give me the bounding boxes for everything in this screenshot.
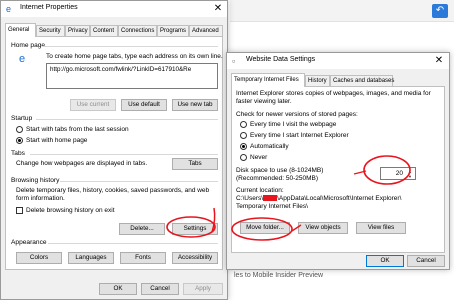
ip-general-panel: Home page e To create home page tabs, ty… xyxy=(5,36,223,270)
startup-last-session-radio[interactable] xyxy=(16,126,23,133)
divider xyxy=(48,243,218,244)
tab-history[interactable]: History xyxy=(305,75,330,86)
radio-every-visit-label: Every time I visit the webpage xyxy=(250,121,337,128)
delete-on-exit-checkbox[interactable] xyxy=(16,207,23,214)
startup-last-session-label: Start with tabs from the last session xyxy=(26,126,129,133)
current-location-label: Current location: xyxy=(236,187,284,194)
divider xyxy=(30,154,218,155)
startup-heading: Startup xyxy=(11,115,33,122)
divider xyxy=(36,119,218,120)
tab-privacy[interactable]: Privacy xyxy=(65,25,90,36)
divider xyxy=(42,46,218,47)
close-icon[interactable]: ✕ xyxy=(210,2,226,16)
tabs-heading: Tabs xyxy=(11,150,25,157)
location-path-start: C:\Users\ xyxy=(236,195,264,202)
undo-button[interactable]: ↶ xyxy=(432,4,448,18)
wds-ok-button[interactable]: OK xyxy=(366,255,404,267)
fonts-button[interactable]: Fonts xyxy=(120,252,166,264)
disk-space-label: Disk space to use (8-1024MB) xyxy=(236,167,324,174)
radio-every-start-label: Every time I start Internet Explorer xyxy=(250,132,349,139)
appearance-heading: Appearance xyxy=(11,239,47,246)
tabs-button[interactable]: Tabs xyxy=(172,158,218,170)
radio-every-visit[interactable] xyxy=(240,121,247,128)
home-page-url-field[interactable]: http://go.microsoft.com/fwlink/?LinkID=6… xyxy=(46,63,218,89)
current-location-path-end: Temporary Internet Files\ xyxy=(236,203,308,210)
view-objects-button[interactable]: View objects xyxy=(298,222,348,234)
background-toolbar xyxy=(230,0,454,22)
radio-automatically-label: Automatically xyxy=(250,143,289,150)
tab-security[interactable]: Security xyxy=(36,25,65,36)
website-data-settings-dialog: ▫ Website Data Settings ✕ Temporary Inte… xyxy=(226,52,450,270)
wds-titlebar[interactable]: ▫ Website Data Settings ✕ xyxy=(227,53,449,69)
radio-never[interactable] xyxy=(240,154,247,161)
ip-ok-button[interactable]: OK xyxy=(99,283,137,295)
browsing-history-heading: Browsing history xyxy=(11,177,60,184)
ip-title: Internet Properties xyxy=(20,4,78,11)
view-files-button[interactable]: View files xyxy=(356,222,406,234)
tab-programs[interactable]: Programs xyxy=(157,25,189,36)
wds-desc: Internet Explorer stores copies of webpa… xyxy=(236,90,431,105)
radio-never-label: Never xyxy=(250,154,268,161)
background-snippet: les to Mobile Insider Preview xyxy=(234,272,324,279)
spinner-arrows-icon[interactable]: ▲ ▼ xyxy=(406,169,414,179)
tab-content[interactable]: Content xyxy=(90,25,118,36)
use-current-button[interactable]: Use current xyxy=(70,99,116,111)
wds-panel: Internet Explorer stores copies of webpa… xyxy=(231,86,445,253)
check-newer-label: Check for newer versions of stored pages… xyxy=(236,111,358,118)
use-new-tab-button[interactable]: Use new tab xyxy=(172,99,218,111)
history-settings-button[interactable]: Settings xyxy=(172,223,218,235)
use-default-button[interactable]: Use default xyxy=(121,99,167,111)
radio-every-start[interactable] xyxy=(240,132,247,139)
tabs-desc: Change how webpages are displayed in tab… xyxy=(16,160,148,167)
tab-connections[interactable]: Connections xyxy=(118,25,157,36)
disk-space-recommended: (Recommended: 50-250MB) xyxy=(236,175,319,182)
languages-button[interactable]: Languages xyxy=(68,252,114,264)
redacted-username xyxy=(263,195,278,202)
location-path-middle: \AppData\Local\Microsoft\Internet Explor… xyxy=(277,195,402,202)
tab-general[interactable]: General xyxy=(5,23,36,37)
close-icon[interactable]: ✕ xyxy=(431,54,447,68)
delete-on-exit-label: Delete browsing history on exit xyxy=(26,207,115,214)
ip-apply-button[interactable]: Apply xyxy=(183,283,223,295)
wds-cancel-button[interactable]: Cancel xyxy=(407,255,445,267)
ie-logo-icon: e xyxy=(6,4,12,14)
move-folder-button[interactable]: Move folder... xyxy=(240,222,290,234)
tab-advanced[interactable]: Advanced xyxy=(189,25,223,36)
disk-space-value: 20 xyxy=(395,170,403,177)
radio-automatically[interactable] xyxy=(240,143,247,150)
startup-home-page-radio[interactable] xyxy=(16,137,23,144)
tab-caches-and-databases[interactable]: Caches and databases xyxy=(330,75,394,86)
tab-temporary-internet-files[interactable]: Temporary Internet Files xyxy=(231,73,305,87)
home-page-desc: To create home page tabs, type each addr… xyxy=(46,53,223,60)
startup-home-page-label: Start with home page xyxy=(26,137,88,144)
home-page-icon: e xyxy=(18,53,26,65)
current-location-path: C:\Users\ \AppData\Local\Microsoft\Intern… xyxy=(236,195,401,202)
undo-icon: ↶ xyxy=(435,5,445,16)
settings-window-icon: ▫ xyxy=(232,56,236,66)
ip-titlebar[interactable]: e Internet Properties ✕ xyxy=(1,1,227,17)
divider xyxy=(60,181,218,182)
delete-button[interactable]: Delete... xyxy=(119,223,165,235)
ip-cancel-button[interactable]: Cancel xyxy=(141,283,179,295)
wds-title: Website Data Settings xyxy=(246,56,316,63)
browsing-history-desc: Delete temporary files, history, cookies… xyxy=(16,187,210,202)
colors-button[interactable]: Colors xyxy=(16,252,62,264)
internet-properties-dialog: e Internet Properties ✕ General Security… xyxy=(0,0,228,300)
home-page-heading: Home page xyxy=(11,42,46,49)
accessibility-button[interactable]: Accessibility xyxy=(172,252,218,264)
disk-space-spinner[interactable]: 20 ▲ ▼ xyxy=(380,167,416,180)
